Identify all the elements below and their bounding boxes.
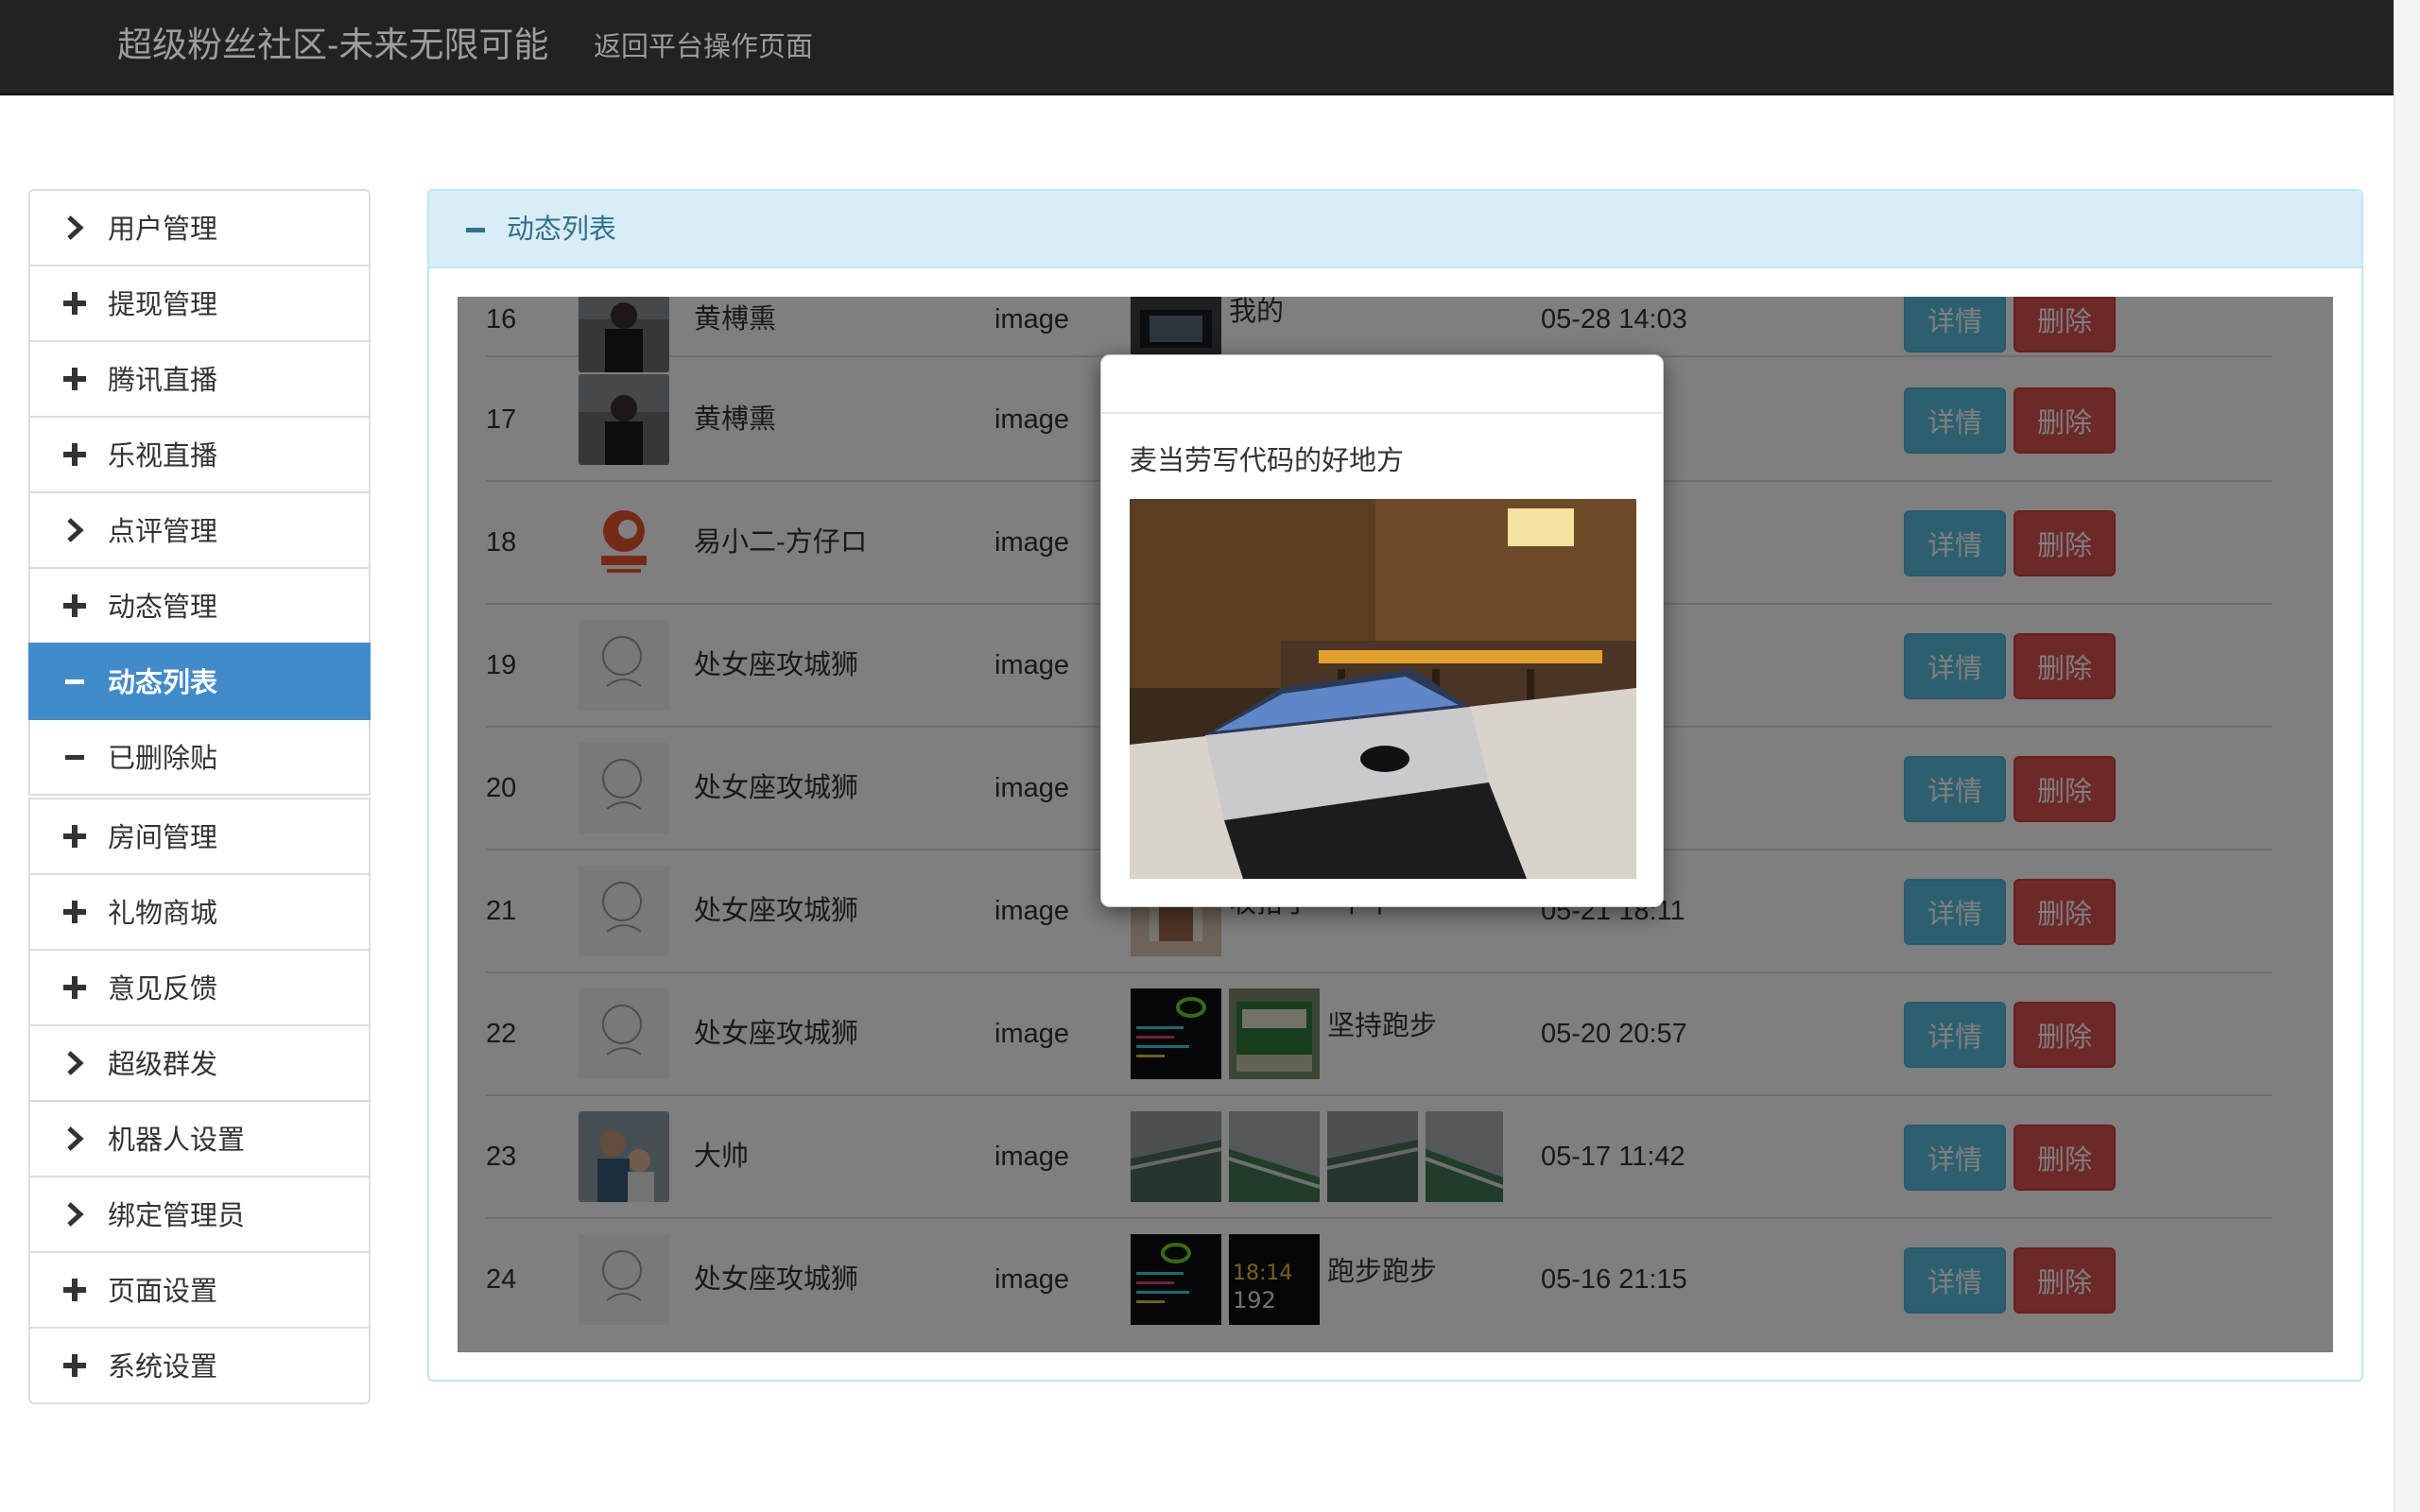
minus-icon <box>57 739 93 775</box>
sidebar-item-system-settings[interactable]: 系统设置 <box>28 1327 371 1404</box>
sidebar-item-deleted-posts[interactable]: 已删除贴 <box>28 718 371 796</box>
sidebar-item-label: 乐视直播 <box>108 441 218 472</box>
plus-icon <box>57 970 93 1005</box>
sidebar-item-label: 机器人设置 <box>108 1125 246 1156</box>
sidebar-item-label: 动态管理 <box>108 593 218 623</box>
sidebar-item-label: 已删除贴 <box>108 744 218 774</box>
sidebar-nav: 用户管理 提现管理 腾讯直播 乐视直播 点评管理 动态管理 动态列表 已删除贴 … <box>28 189 371 1404</box>
plus-icon <box>57 1348 93 1383</box>
modal-header <box>1101 355 1663 414</box>
plus-icon <box>57 1272 93 1308</box>
sidebar-item-feed-management[interactable]: 动态管理 <box>28 567 371 644</box>
sidebar-item-feedback[interactable]: 意见反馈 <box>28 949 371 1026</box>
top-navbar: 超级粉丝社区-未来无限可能 返回平台操作页面 <box>0 0 2394 95</box>
sidebar-item-label: 页面设置 <box>108 1277 218 1307</box>
plus-icon <box>57 437 93 472</box>
brand-title[interactable]: 超级粉丝社区-未来无限可能 <box>117 23 548 68</box>
minus-icon <box>458 212 493 248</box>
sidebar-item-label: 房间管理 <box>108 823 218 853</box>
chevron-right-icon <box>57 210 93 246</box>
sidebar-item-bind-admin[interactable]: 绑定管理员 <box>28 1176 371 1253</box>
sidebar-item-label: 点评管理 <box>108 517 218 547</box>
sidebar-item-tencent-live[interactable]: 腾讯直播 <box>28 340 371 418</box>
plus-icon <box>57 361 93 397</box>
sidebar-item-label: 用户管理 <box>108 215 218 245</box>
sidebar-item-label: 系统设置 <box>108 1352 218 1383</box>
panel-title: 动态列表 <box>507 215 617 245</box>
sidebar-item-feed-list[interactable]: 动态列表 <box>28 643 371 720</box>
sidebar-item-label: 礼物商城 <box>108 899 218 929</box>
chevron-right-icon <box>57 1045 93 1081</box>
sidebar-item-page-settings[interactable]: 页面设置 <box>28 1251 371 1329</box>
modal-post-text: 麦当劳写代码的好地方 <box>1130 446 1405 476</box>
sidebar-item-label: 绑定管理员 <box>108 1201 246 1231</box>
sidebar-item-room-management[interactable]: 房间管理 <box>28 798 371 875</box>
sidebar-item-label: 提现管理 <box>108 290 218 320</box>
chevron-right-icon <box>57 512 93 548</box>
image-preview-modal: 麦当劳写代码的好地方 <box>1100 354 1664 907</box>
plus-icon <box>57 894 93 930</box>
sidebar-item-label: 超级群发 <box>108 1050 218 1080</box>
plus-icon <box>57 285 93 321</box>
page-scrollbar[interactable] <box>2394 0 2420 1512</box>
chevron-right-icon <box>57 1196 93 1232</box>
sidebar-item-review-management[interactable]: 点评管理 <box>28 491 371 569</box>
sidebar-item-label: 腾讯直播 <box>108 366 218 396</box>
back-to-platform-link[interactable]: 返回平台操作页面 <box>594 28 813 66</box>
sidebar-item-gift-shop[interactable]: 礼物商城 <box>28 873 371 951</box>
sidebar-item-user-management[interactable]: 用户管理 <box>28 189 371 266</box>
minus-icon <box>57 663 93 699</box>
chevron-right-icon <box>57 1121 93 1157</box>
sidebar-item-label: 意见反馈 <box>108 974 218 1005</box>
sidebar-item-robot-settings[interactable]: 机器人设置 <box>28 1100 371 1177</box>
plus-icon <box>57 588 93 624</box>
sidebar-item-mass-message[interactable]: 超级群发 <box>28 1024 371 1102</box>
sidebar-item-label: 动态列表 <box>108 668 218 698</box>
plus-icon <box>57 818 93 854</box>
panel-header[interactable]: 动态列表 <box>429 191 2361 268</box>
modal-post-image[interactable] <box>1130 499 1636 879</box>
sidebar-item-withdraw-management[interactable]: 提现管理 <box>28 265 371 342</box>
sidebar-item-letv-live[interactable]: 乐视直播 <box>28 416 371 493</box>
